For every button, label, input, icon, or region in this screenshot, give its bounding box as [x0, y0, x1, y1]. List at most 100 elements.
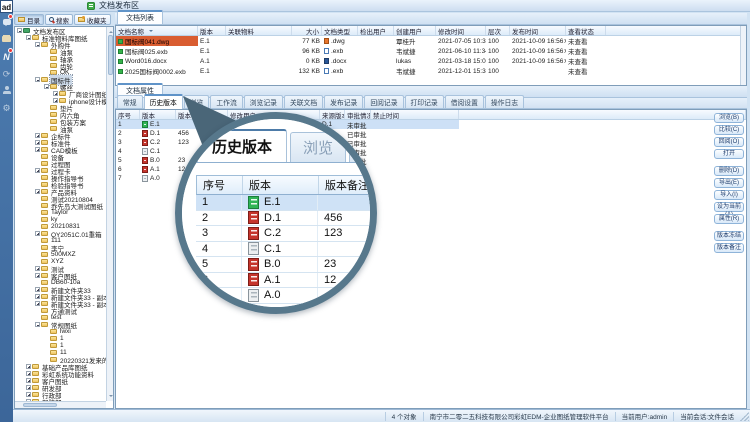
props-tab[interactable]: 借阅设置	[445, 95, 484, 108]
expand-toggle-icon[interactable]	[35, 133, 40, 138]
app-window: ad	[0, 0, 750, 422]
user-icon[interactable]	[0, 81, 13, 98]
props-tab[interactable]: 浏览记录	[244, 95, 283, 108]
folder-icon[interactable]	[0, 30, 13, 47]
expand-toggle-icon[interactable]	[26, 378, 31, 383]
folder-icon	[41, 147, 48, 152]
resize-grip-icon[interactable]	[740, 412, 749, 421]
col-source-version[interactable]: 来源版本	[320, 110, 345, 119]
doc-row[interactable]: 国标阀025.exb E.1 96 KB .exb 韦斌捷 2021-06-10…	[116, 46, 746, 56]
history-action-button[interactable]: 导出(E)	[714, 178, 744, 188]
expand-toggle-icon[interactable]	[26, 392, 31, 397]
doc-row[interactable]: Word016.docx A.1 0 KB .docx lukas 2021-0…	[116, 56, 746, 66]
tree-horizontal-scrollbar[interactable]	[15, 401, 106, 408]
sync-icon[interactable]	[0, 64, 13, 81]
scrollbar-thumb[interactable]	[108, 35, 113, 75]
scrollbar-thumb[interactable]	[23, 403, 57, 407]
props-tab[interactable]: 操作日志	[485, 95, 524, 108]
col-doc-type[interactable]: 文档类型	[322, 26, 358, 35]
history-action-button[interactable]: 版本备注	[714, 243, 744, 253]
col-creator[interactable]: 创建用户	[394, 26, 436, 35]
props-tab[interactable]: 关联文档	[284, 95, 323, 108]
expand-toggle-icon[interactable]	[26, 35, 31, 40]
history-action-button[interactable]: 浏览(B)	[714, 113, 744, 123]
props-tab[interactable]: 发布记录	[324, 95, 363, 108]
col-checkout-user[interactable]: 检出用户	[358, 26, 394, 35]
expand-toggle-icon[interactable]	[35, 301, 40, 306]
chat-icon[interactable]	[0, 13, 13, 30]
tab-doc-list[interactable]: 文档列表	[117, 10, 163, 24]
tree-node[interactable]: 500MXZ	[15, 251, 106, 258]
tree-node[interactable]: 齿轮	[15, 62, 106, 69]
col-modified-time[interactable]: 修改时间	[436, 26, 486, 35]
expand-toggle-icon[interactable]	[35, 42, 40, 47]
explorer-toolbar-button[interactable]: 搜索	[45, 14, 73, 25]
tree-node[interactable]: 常规图纸	[15, 321, 106, 328]
expand-toggle-icon[interactable]	[35, 168, 40, 173]
col-version[interactable]: 版本	[140, 110, 176, 119]
col-index[interactable]: 序号	[116, 110, 140, 119]
doc-row[interactable]: 国标阀041.dwg E.1 77 KB .dwg 覃桂升 2021-07-05…	[116, 36, 746, 46]
tree-node[interactable]: 乔先岛大测试图纸	[15, 202, 106, 209]
props-tab[interactable]: 工作流	[210, 95, 242, 108]
settings-icon[interactable]	[0, 98, 13, 115]
expand-toggle-icon[interactable]	[26, 371, 31, 376]
magnified-tab-history[interactable]: 历史版本	[197, 129, 287, 162]
notification-badge	[8, 48, 13, 53]
history-action-button[interactable]: 打开	[714, 149, 744, 159]
tree-node[interactable]: 1	[15, 335, 106, 342]
expand-toggle-icon[interactable]	[53, 98, 58, 103]
props-tab[interactable]: 回阅记录	[364, 95, 403, 108]
col-publish-time[interactable]: 发布时间	[510, 26, 566, 35]
expand-toggle-icon[interactable]	[26, 364, 31, 369]
expand-toggle-icon[interactable]	[35, 273, 40, 278]
history-action-button[interactable]: 导入(I)	[714, 190, 744, 200]
history-action-button[interactable]: 比较(C)	[714, 125, 744, 135]
tree-node[interactable]: ky	[15, 216, 106, 223]
col-material[interactable]: 关联物料	[226, 26, 292, 35]
app-logo[interactable]: ad	[0, 0, 13, 13]
expand-toggle-icon[interactable]	[35, 266, 40, 271]
doc-list-scrollbar[interactable]	[740, 26, 746, 85]
history-action-button[interactable]: 设为当前(A)	[714, 202, 744, 212]
col-level[interactable]: 层次	[486, 26, 510, 35]
col-forbid-time[interactable]: 禁止时间	[371, 110, 459, 119]
expand-toggle-icon[interactable]	[35, 189, 40, 194]
tree-node[interactable]: 1	[15, 342, 106, 349]
expand-toggle-icon[interactable]	[35, 322, 40, 327]
doc-name: 国标阀025.exb	[125, 46, 168, 56]
expand-toggle-icon[interactable]	[35, 231, 40, 236]
col-doc-name[interactable]: 文档名称	[116, 26, 198, 35]
props-tab[interactable]: 打印记录	[405, 95, 444, 108]
history-action-button[interactable]: 版本冻结	[714, 231, 744, 241]
tree-node[interactable]: lwxi	[15, 328, 106, 335]
activity-icon[interactable]	[0, 47, 13, 64]
props-tab[interactable]: 历史版本	[144, 94, 183, 109]
expand-toggle-icon[interactable]	[26, 385, 31, 390]
expand-toggle-icon[interactable]	[35, 147, 40, 152]
explorer-toolbar-button[interactable]: 目录	[14, 14, 44, 25]
col-version[interactable]: 版本	[198, 26, 226, 35]
explorer-toolbar-button[interactable]: 收藏夹	[74, 14, 111, 25]
props-tab[interactable]: 常规	[117, 95, 143, 108]
col-view-status[interactable]: 查看状态	[566, 26, 606, 35]
history-action-button[interactable]: 属性(R)	[714, 214, 744, 224]
history-action-button[interactable]: 回阅(O)	[714, 137, 744, 147]
col-approval-status[interactable]: 审批情况	[345, 110, 371, 119]
expand-toggle-icon[interactable]	[35, 140, 40, 145]
expand-toggle-icon[interactable]	[35, 77, 40, 82]
expand-toggle-icon[interactable]	[35, 287, 40, 292]
magnified-tab-workflow[interactable]: 工作流	[349, 132, 370, 162]
expand-toggle-icon[interactable]	[17, 28, 22, 33]
tree-node[interactable]: QY2051C.01重箱	[15, 230, 106, 237]
doc-row[interactable]: 2025国标阀0002.exb E.1 132 KB .exb 韦斌捷 2021…	[116, 66, 746, 76]
col-size[interactable]: 大小	[292, 26, 322, 35]
tree-vertical-scrollbar[interactable]	[106, 27, 113, 401]
expand-toggle-icon[interactable]	[35, 294, 40, 299]
tree-node[interactable]: 客户图纸	[15, 272, 106, 279]
expand-toggle-icon[interactable]	[44, 84, 49, 89]
tree-node[interactable]: 李宁	[15, 244, 106, 251]
expand-toggle-icon[interactable]	[53, 91, 58, 96]
history-action-button[interactable]: 删除(D)	[714, 166, 744, 176]
magnified-tab-browse[interactable]: 浏览	[290, 132, 346, 162]
